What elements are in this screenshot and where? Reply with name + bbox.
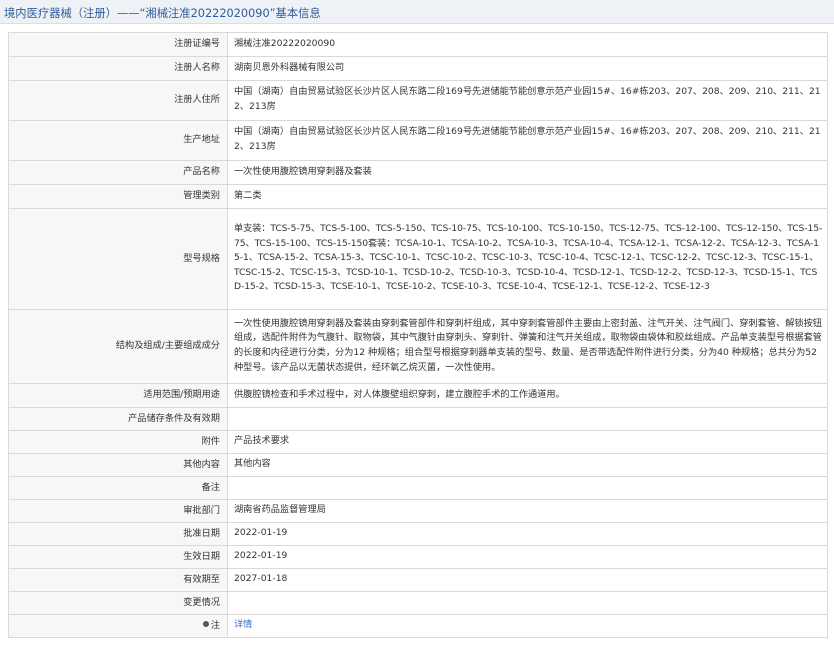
label-storage: 产品储存条件及有效期: [8, 407, 228, 431]
label-production-address: 生产地址: [8, 120, 228, 161]
label-approval-dept: 审批部门: [8, 499, 228, 523]
row-registrant-address: 注册人住所 中国（湖南）自由贸易试验区长沙片区人民东路二段169号先进储能节能创…: [8, 80, 828, 121]
value-model-spec: 单支装：TCS-5-75、TCS-5-100、TCS-5-150、TCS-10-…: [227, 208, 828, 310]
detail-link[interactable]: 详情: [234, 619, 252, 630]
row-effective-date: 生效日期 2022-01-19: [8, 545, 828, 569]
label-structure: 结构及组成/主要组成成分: [8, 309, 228, 384]
label-remarks: 备注: [8, 476, 228, 500]
label-management-category: 管理类别: [8, 184, 228, 209]
label-other-content: 其他内容: [8, 453, 228, 477]
label-valid-until: 有效期至: [8, 568, 228, 592]
label-change-status: 变更情况: [8, 591, 228, 615]
label-intended-use: 适用范围/预期用途: [8, 383, 228, 408]
row-approval-date: 批准日期 2022-01-19: [8, 522, 828, 546]
value-production-address: 中国（湖南）自由贸易试验区长沙片区人民东路二段169号先进储能节能创意示范产业园…: [227, 120, 828, 161]
value-valid-until: 2027-01-18: [227, 568, 828, 592]
pin-icon: [202, 620, 209, 627]
value-effective-date: 2022-01-19: [227, 545, 828, 569]
value-registration-number: 湘械注准20222020090: [227, 32, 828, 57]
value-registrant-address: 中国（湖南）自由贸易试验区长沙片区人民东路二段169号先进储能节能创意示范产业园…: [227, 80, 828, 121]
row-registrant-name: 注册人名称 湖南贝恩外科器械有限公司: [8, 56, 828, 81]
label-product-name: 产品名称: [8, 160, 228, 185]
label-effective-date: 生效日期: [8, 545, 228, 569]
row-production-address: 生产地址 中国（湖南）自由贸易试验区长沙片区人民东路二段169号先进储能节能创意…: [8, 120, 828, 161]
label-note: 注: [8, 614, 228, 638]
row-management-category: 管理类别 第二类: [8, 184, 828, 209]
value-change-status: [227, 591, 828, 615]
row-remarks: 备注: [8, 476, 828, 500]
row-note-detail: 注 详情: [8, 614, 828, 638]
row-registration-number: 注册证编号 湘械注准20222020090: [8, 32, 828, 57]
row-model-spec: 型号规格 单支装：TCS-5-75、TCS-5-100、TCS-5-150、TC…: [8, 208, 828, 310]
value-registrant-name: 湖南贝恩外科器械有限公司: [227, 56, 828, 81]
row-other-content: 其他内容 其他内容: [8, 453, 828, 477]
row-product-name: 产品名称 一次性使用腹腔镜用穿刺器及套装: [8, 160, 828, 185]
row-change-status: 变更情况: [8, 591, 828, 615]
page-title: 境内医疗器械（注册）——“湘械注准20222020090”基本信息: [4, 7, 321, 20]
row-attachment: 附件 产品技术要求: [8, 430, 828, 454]
value-storage: [227, 407, 828, 431]
label-model-spec: 型号规格: [8, 208, 228, 310]
page-header: 境内医疗器械（注册）——“湘械注准20222020090”基本信息: [0, 0, 834, 24]
value-remarks: [227, 476, 828, 500]
label-registrant-name: 注册人名称: [8, 56, 228, 81]
value-product-name: 一次性使用腹腔镜用穿刺器及套装: [227, 160, 828, 185]
value-management-category: 第二类: [227, 184, 828, 209]
note-label-text: 注: [210, 619, 220, 631]
value-structure: 一次性使用腹腔镜用穿刺器及套装由穿刺套管部件和穿刺杆组成，其中穿刺套管部件主要由…: [227, 309, 828, 384]
row-approval-dept: 审批部门 湖南省药品监督管理局: [8, 499, 828, 523]
row-structure: 结构及组成/主要组成成分 一次性使用腹腔镜用穿刺器及套装由穿刺套管部件和穿刺杆组…: [8, 309, 828, 384]
label-attachment: 附件: [8, 430, 228, 454]
value-detail: 详情: [227, 614, 828, 638]
value-attachment: 产品技术要求: [227, 430, 828, 454]
row-storage: 产品储存条件及有效期: [8, 407, 828, 431]
row-intended-use: 适用范围/预期用途 供腹腔镜检查和手术过程中，对人体腹壁组织穿刺，建立腹腔手术的…: [8, 383, 828, 408]
value-other-content: 其他内容: [227, 453, 828, 477]
row-valid-until: 有效期至 2027-01-18: [8, 568, 828, 592]
value-approval-date: 2022-01-19: [227, 522, 828, 546]
label-registrant-address: 注册人住所: [8, 80, 228, 121]
value-intended-use: 供腹腔镜检查和手术过程中，对人体腹壁组织穿刺，建立腹腔手术的工作通道用。: [227, 383, 828, 408]
label-registration-number: 注册证编号: [8, 32, 228, 57]
info-table: 注册证编号 湘械注准20222020090 注册人名称 湖南贝恩外科器械有限公司…: [8, 32, 828, 638]
value-approval-dept: 湖南省药品监督管理局: [227, 499, 828, 523]
label-approval-date: 批准日期: [8, 522, 228, 546]
